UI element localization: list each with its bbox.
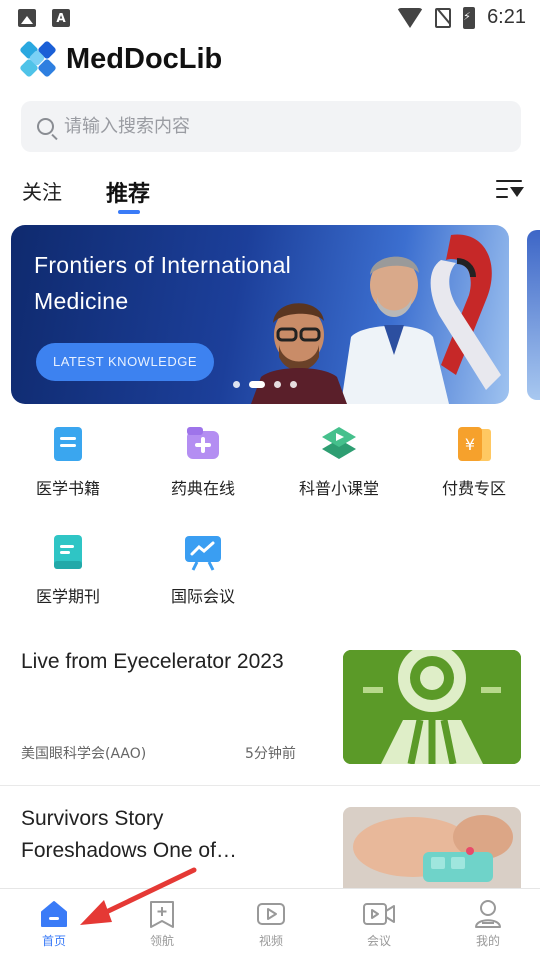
article-title: Survivors Story Foreshadows One of…: [21, 807, 237, 862]
svg-text:¥: ¥: [465, 435, 475, 454]
carousel-dot-active: [249, 381, 265, 388]
category-international-meetings[interactable]: 国际会议: [143, 533, 263, 607]
tab-recommend[interactable]: 推荐: [106, 176, 151, 214]
tab-recommend-label: 推荐: [106, 182, 151, 207]
category-label: 科普小课堂: [298, 479, 379, 498]
carousel-indicator: [233, 381, 297, 388]
category-label: 国际会议: [170, 587, 235, 606]
latest-knowledge-button[interactable]: LATEST KNOWLEDGE: [36, 343, 214, 381]
nav-label: 会议: [366, 934, 391, 948]
category-pharmacopoeia[interactable]: 药典在线: [143, 425, 263, 499]
category-paid-zone[interactable]: ¥ 付费专区: [414, 425, 534, 499]
nav-profile[interactable]: 我的: [448, 899, 528, 949]
category-label: 药典在线: [170, 479, 235, 498]
filter-icon[interactable]: [496, 178, 524, 202]
carousel-dot: [290, 381, 297, 388]
bottom-navigation: 首页 领航 视频 会议 我的: [0, 888, 540, 960]
category-label: 付费专区: [441, 479, 506, 498]
nav-meeting[interactable]: 会议: [339, 899, 419, 949]
home-icon: [39, 899, 69, 929]
search-icon: [37, 118, 54, 135]
article-thumbnail: [343, 650, 521, 764]
book-icon: [49, 425, 87, 463]
text-notification-icon: A: [52, 9, 70, 27]
banner-carousel[interactable]: Frontiers of International Medicine LATE…: [11, 225, 509, 404]
nav-video[interactable]: 视频: [231, 899, 311, 949]
app-logo-icon: [19, 40, 57, 78]
presentation-icon: [184, 533, 222, 571]
article-time: 5分钟前: [245, 746, 296, 762]
doctors-illustration: [251, 234, 501, 404]
plus-folder-icon: [184, 425, 222, 463]
next-banner-peek[interactable]: [527, 230, 540, 400]
app-title: MedDocLib: [66, 42, 223, 75]
article-source: 美国眼科学会(AAO): [21, 746, 147, 762]
wifi-icon: [397, 7, 424, 28]
user-icon: [473, 899, 503, 929]
article-card[interactable]: Survivors Story Foreshadows One of…: [0, 800, 540, 888]
nav-label: 首页: [41, 934, 66, 948]
yuan-icon: ¥: [455, 425, 493, 463]
tab-follow[interactable]: 关注: [22, 176, 62, 205]
search-bar[interactable]: [21, 101, 521, 152]
video-icon: [256, 899, 286, 929]
search-input[interactable]: [64, 116, 484, 137]
article-card[interactable]: Live from Eyecelerator 2023 美国眼科学会(AAO) …: [0, 640, 540, 786]
bookmark-plus-icon: [147, 899, 177, 929]
nav-label: 我的: [475, 934, 500, 948]
active-tab-indicator: [118, 210, 140, 214]
article-divider: [0, 785, 540, 786]
category-medical-journals[interactable]: 医学期刊: [8, 533, 128, 607]
play-stack-icon: [320, 425, 358, 463]
status-time: 6:21: [487, 6, 526, 28]
image-notification-icon: [18, 9, 36, 27]
nav-label: 领航: [149, 934, 174, 948]
camera-icon: [362, 899, 396, 929]
status-bar: A 6:21: [0, 0, 540, 36]
category-label: 医学期刊: [35, 587, 100, 606]
carousel-dot: [233, 381, 240, 388]
category-medical-books[interactable]: 医学书籍: [8, 425, 128, 499]
feed-tabs: 关注 推荐: [22, 170, 530, 214]
battery-charging-icon: [463, 6, 476, 29]
article-title: Live from Eyecelerator 2023: [21, 650, 284, 673]
category-label: 医学书籍: [35, 479, 100, 498]
nav-label: 视频: [258, 934, 283, 948]
journal-icon: [49, 533, 87, 571]
category-science-class[interactable]: 科普小课堂: [279, 425, 399, 499]
app-header: MedDocLib: [19, 40, 223, 78]
carousel-dot: [274, 381, 281, 388]
article-thumbnail: [343, 807, 521, 888]
no-sim-icon: [435, 7, 452, 28]
nav-navigator[interactable]: 领航: [122, 899, 202, 949]
nav-home[interactable]: 首页: [14, 899, 94, 949]
